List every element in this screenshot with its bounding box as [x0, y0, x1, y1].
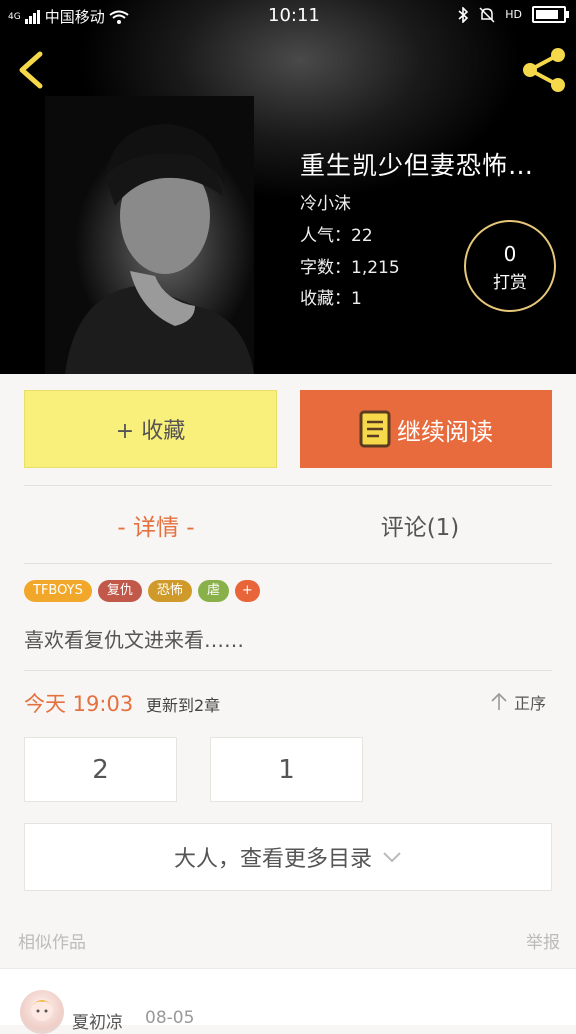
book-cover — [45, 96, 254, 374]
signal-bars-icon — [24, 9, 40, 24]
book-author[interactable]: 冷小沫 — [300, 189, 351, 214]
more-catalog-button[interactable]: 大人，查看更多目录 — [24, 823, 552, 891]
add-favorite-label: + 收藏 — [115, 419, 186, 444]
continue-reading-button[interactable]: 继续阅读 — [300, 390, 552, 468]
tip-label: 打赏 — [493, 273, 527, 293]
status-bar: 4G 中国移动 10:11 HD — [0, 0, 576, 30]
book-icon — [359, 410, 391, 448]
book-popularity: 人气：22 — [300, 226, 373, 246]
update-time: 今天 19:03 — [24, 692, 134, 716]
mute-icon — [479, 6, 495, 23]
add-tag-button[interactable]: + — [234, 580, 260, 602]
battery-icon — [532, 6, 569, 23]
chapter-item[interactable]: 2 — [24, 737, 177, 802]
tip-button[interactable]: 0 打赏 — [464, 220, 556, 312]
book-description: 喜欢看复仇文进来看…… — [24, 628, 244, 652]
tag-tfboys[interactable]: TFBOYS — [24, 580, 92, 602]
book-title: 重生凯少但妻恐怖… — [300, 151, 535, 180]
similar-works-label: 相似作品 — [18, 933, 86, 953]
cover-portrait-image — [65, 124, 254, 374]
tag-angst[interactable]: 虐 — [197, 580, 229, 602]
back-button[interactable] — [14, 50, 50, 90]
book-favorites-count: 收藏：1 — [300, 289, 362, 309]
avatar-image — [30, 999, 54, 1021]
status-time: 10:11 — [268, 5, 320, 26]
comment-date: 08-05 — [145, 1008, 195, 1028]
book-word-count: 字数：1,215 — [300, 258, 400, 278]
divider — [24, 485, 552, 486]
carrier-label: 中国移动 — [44, 8, 105, 26]
wifi-icon — [109, 10, 129, 24]
share-button[interactable] — [520, 46, 568, 94]
add-favorite-button[interactable]: + 收藏 — [24, 390, 277, 468]
report-button[interactable]: 举报 — [526, 928, 560, 953]
arrow-up-icon — [491, 692, 507, 710]
divider — [24, 670, 552, 671]
continue-reading-label: 继续阅读 — [397, 417, 493, 446]
tag-horror[interactable]: 恐怖 — [147, 580, 192, 602]
avatar[interactable] — [20, 990, 64, 1034]
sort-order-button[interactable]: 正序 — [490, 690, 546, 714]
tip-count: 0 — [503, 242, 517, 266]
sort-order-label: 正序 — [514, 694, 547, 713]
chevron-left-icon — [19, 51, 43, 89]
signal-icon: 4G — [8, 11, 21, 22]
tag-revenge[interactable]: 复仇 — [97, 580, 142, 602]
update-status: 更新到2章 — [146, 696, 221, 715]
comment-username[interactable]: 夏初凉 — [72, 1008, 123, 1033]
chevron-down-icon — [383, 852, 401, 863]
tab-comments[interactable]: 评论(1) — [288, 500, 552, 550]
divider — [24, 563, 552, 564]
tag-list: TFBOYS 复仇 恐怖 虐 + — [24, 580, 260, 602]
more-catalog-label: 大人，查看更多目录 — [173, 847, 372, 872]
share-icon — [523, 48, 565, 92]
bluetooth-icon — [458, 6, 469, 23]
hd-call-icon: HD — [505, 8, 522, 21]
chapter-item[interactable]: 1 — [210, 737, 363, 802]
tab-detail[interactable]: - 详情 - — [24, 500, 288, 550]
